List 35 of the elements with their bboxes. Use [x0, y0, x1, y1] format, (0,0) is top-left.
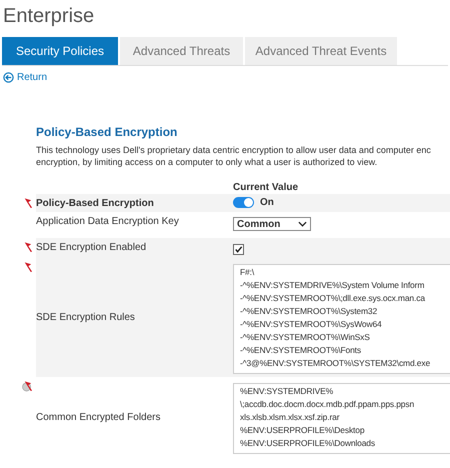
text-line: -^%ENV:SYSTEMROOT%\;dll.exe.sys.ocx.man.ca [240, 292, 426, 305]
back-arrow-icon[interactable] [3, 72, 14, 83]
description-line: encryption, by limiting access on a computer to only what a user is authorized to view. [36, 156, 378, 168]
setting-label: Common Encrypted Folders [36, 412, 160, 422]
setting-label: Application Data Encryption Key [36, 216, 179, 227]
description-line: This technology uses Dell's proprietary data centric encryption to allow user data and computer enc [36, 144, 431, 156]
setting-label: SDE Encryption Enabled [36, 242, 146, 253]
caret-icon [298, 221, 307, 227]
setting-label: SDE Encryption Rules [36, 312, 135, 323]
rules-text-area[interactable]: %ENV:SYSTEMDRIVE% \;accdb.doc.docm.docx.mdb.pdf.ppam.pps.ppsn xls.xlsb.xlsm.xlsx.xsf.zip.rar %ENV:USERPROFILE%\Desktop %ENV:USERPROFILE%\Downloads [233, 383, 450, 454]
text-line: -^%ENV:SYSTEMDRIVE%\System Volume Inform [240, 279, 426, 292]
setting-label: Policy-Based Encryption [36, 198, 154, 209]
toggle-switch[interactable] [233, 197, 254, 208]
rules-text-area[interactable] [233, 264, 450, 374]
text-line: -^%ENV:SYSTEMROOT%\WinSxS [240, 331, 371, 344]
text-line: -^%ENV:SYSTEMROOT%\Fonts [240, 344, 362, 357]
checkbox[interactable] [233, 244, 244, 255]
text-line: \;accdb.doc.docm.docx.mdb.pdf.ppam.pps.ppsn [240, 398, 416, 411]
text-line: %ENV:USERPROFILE%\Desktop [240, 424, 366, 437]
section-title: Policy-Based Encryption [36, 125, 178, 139]
text-line: -^3@%ENV:SYSTEMROOT%\SYSTEM32\cmd.exe [240, 357, 432, 370]
tab[interactable]: Advanced Threats [120, 37, 243, 65]
page-title: Enterprise [2, 4, 96, 29]
toggle-label: On [260, 197, 274, 208]
text-line: xls.xlsb.xlsm.xlsx.xsf.zip.rar [240, 411, 340, 424]
tab[interactable]: Security Policies [2, 37, 118, 65]
tab[interactable]: Advanced Threat Events [245, 37, 397, 65]
column-header: Current Value [233, 182, 298, 193]
text-line: -^%ENV:SYSTEMROOT%\SysWow64 [240, 318, 383, 331]
text-line: -^%ENV:SYSTEMROOT%\System32 [240, 305, 378, 318]
return-link[interactable]: Return [17, 72, 48, 83]
text-line: %ENV:SYSTEMDRIVE% [240, 385, 334, 398]
text-line: F#:\ [240, 266, 256, 279]
key-dropdown[interactable]: Common [233, 217, 311, 231]
text-line: %ENV:USERPROFILE%\Downloads [240, 437, 376, 450]
